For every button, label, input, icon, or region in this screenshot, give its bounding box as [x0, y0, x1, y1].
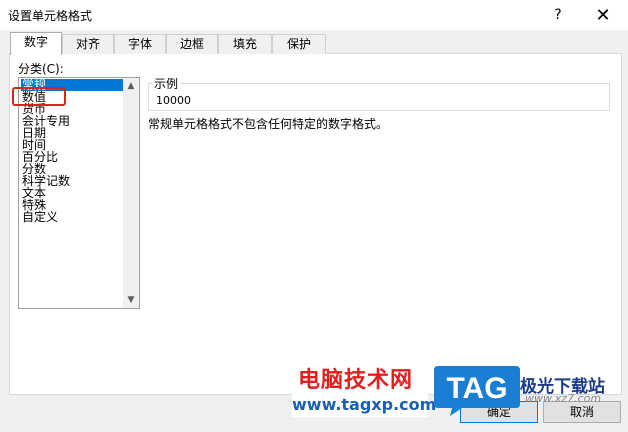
watermark-tag-logo: TAG: [434, 366, 520, 416]
sample-group: [148, 83, 610, 111]
sample-value: 10000: [156, 94, 191, 107]
watermark-right-url: www.xz7.com: [525, 392, 602, 405]
watermark-logo-text: TAG: [446, 372, 507, 405]
sample-label: 示例: [152, 75, 181, 92]
close-icon: ✕: [595, 4, 611, 26]
category-item-custom[interactable]: 自定义: [21, 211, 124, 223]
dialog-title: 设置单元格格式: [8, 9, 93, 23]
watermark-site-url: www.tagxp.com: [292, 393, 436, 417]
category-scrollbar[interactable]: ▲ ▼: [123, 78, 139, 308]
category-listbox[interactable]: 常规 数值 货币 会计专用 日期 时间 百分比 分数 科学记数 文本 特殊 自定…: [18, 77, 140, 309]
tab-fill[interactable]: 填充: [218, 34, 272, 54]
watermark-site-name: 电脑技术网: [298, 368, 414, 393]
scroll-up-icon[interactable]: ▲: [123, 78, 139, 94]
close-button[interactable]: ✕: [588, 2, 618, 28]
scroll-down-icon[interactable]: ▼: [123, 292, 139, 308]
annotation-highlight-box: [12, 87, 66, 106]
format-description: 常规单元格格式不包含任何特定的数字格式。: [148, 117, 389, 131]
help-button[interactable]: ?: [545, 2, 571, 28]
tab-font[interactable]: 字体: [114, 34, 166, 54]
tab-border[interactable]: 边框: [166, 34, 218, 54]
tab-number[interactable]: 数字: [10, 32, 62, 55]
tab-alignment[interactable]: 对齐: [62, 34, 114, 54]
category-label: 分类(C):: [18, 62, 64, 76]
title-bar: 设置单元格格式 ? ✕: [0, 0, 628, 30]
tab-protection[interactable]: 保护: [272, 34, 326, 54]
